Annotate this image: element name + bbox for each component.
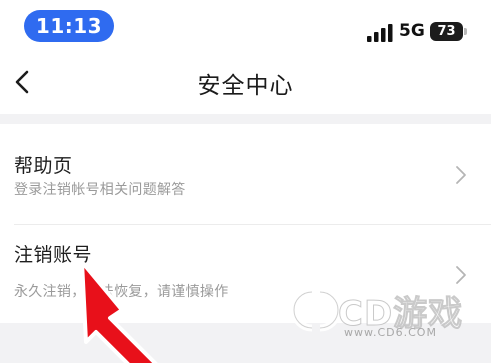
battery-icon: 73 — [430, 22, 467, 41]
list-item-subtitle: 永久注销，无法恢复，请谨慎操作 — [14, 284, 229, 300]
list-item-title: 帮助页 — [14, 155, 73, 177]
chevron-right-icon — [456, 266, 466, 284]
page-title: 安全中心 — [197, 73, 294, 99]
status-time: 11:13 — [24, 10, 114, 42]
navigation-bar: 安全中心 — [0, 52, 491, 114]
cellular-signal-icon — [367, 24, 393, 42]
list-item-help-page[interactable]: 帮助页 登录注销帐号相关问题解答 — [0, 124, 491, 224]
phone-screen: 11:13 5G 73 安全中心 帮助页 登录注销帐号相关问题解答 注销账号 永… — [0, 0, 491, 363]
list-item-title: 注销账号 — [14, 244, 93, 266]
list-item-cancel-account[interactable]: 注销账号 永久注销，无法恢复，请谨慎操作 — [0, 224, 491, 323]
chevron-right-icon — [456, 166, 466, 184]
list-item-subtitle: 登录注销帐号相关问题解答 — [14, 182, 186, 198]
settings-list: 帮助页 登录注销帐号相关问题解答 注销账号 永久注销，无法恢复，请谨慎操作 — [0, 124, 491, 323]
status-bar: 11:13 5G 73 — [0, 0, 491, 52]
network-type-label: 5G — [399, 21, 425, 41]
watermark-url: www.CD6.COM — [344, 326, 437, 339]
